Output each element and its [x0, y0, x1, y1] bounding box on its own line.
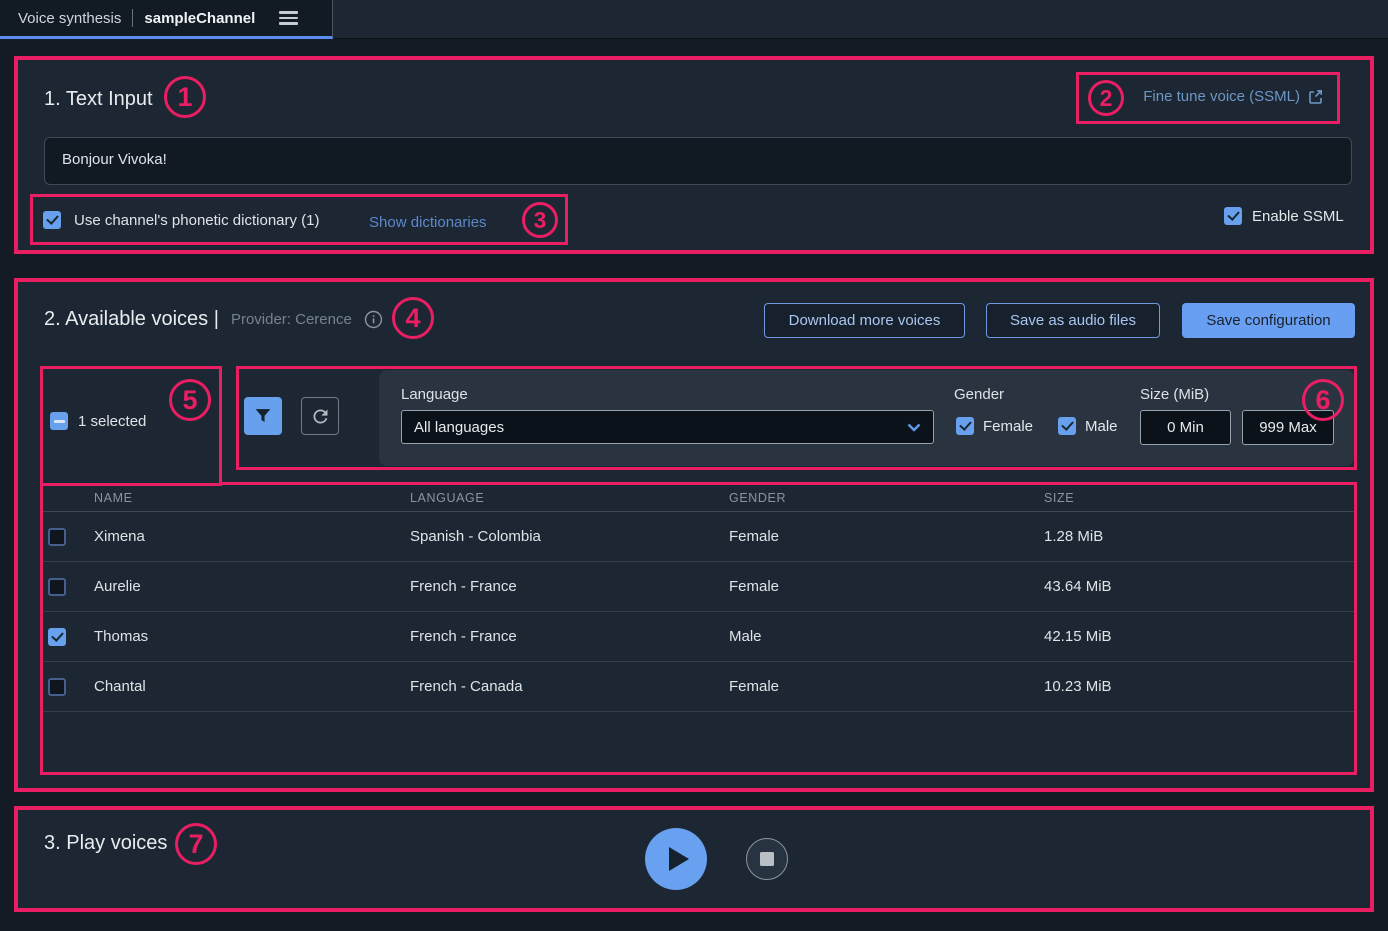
fine-tune-link-label: Fine tune voice (SSML) [1143, 88, 1300, 105]
channel-name: sampleChannel [144, 10, 255, 27]
row-checkbox[interactable] [48, 678, 66, 696]
col-header-size: SIZE [1044, 491, 1354, 505]
voice-size: 42.15 MiB [1044, 628, 1354, 645]
download-more-voices-button[interactable]: Download more voices [764, 303, 965, 338]
voice-size: 43.64 MiB [1044, 578, 1354, 595]
male-label: Male [1085, 418, 1118, 435]
voice-language: French - France [410, 628, 729, 645]
section2-title: 2. Available voices | [44, 308, 219, 331]
female-checkbox[interactable] [956, 417, 974, 435]
male-checkbox[interactable] [1058, 417, 1076, 435]
stop-icon [760, 852, 774, 866]
annotation-box-3: Use channel's phonetic dictionary (1) Sh… [30, 194, 568, 245]
selected-count: 1 selected [78, 413, 146, 430]
phonetic-dictionary-label: Use channel's phonetic dictionary (1) [74, 212, 320, 229]
annotation-4: 4 [392, 297, 434, 339]
text-input-section: 1. Text Input 2 Fine tune voice (SSML) B… [14, 56, 1374, 254]
voice-language: Spanish - Colombia [410, 528, 729, 545]
size-min-input[interactable] [1140, 410, 1231, 445]
size-filter-label: Size (MiB) [1140, 386, 1209, 403]
annotation-1: 1 [164, 76, 206, 118]
annotation-5: 5 [169, 379, 211, 421]
voice-gender: Female [729, 578, 1044, 595]
annotation-box-6: Language All languages Gender Female Mal… [236, 366, 1357, 470]
table-body: XimenaSpanish - ColombiaFemale1.28 MiBAu… [43, 512, 1354, 712]
col-header-gender: GENDER [729, 491, 1044, 505]
voice-language: French - Canada [410, 678, 729, 695]
enable-ssml-label: Enable SSML [1252, 208, 1344, 225]
table-row[interactable]: XimenaSpanish - ColombiaFemale1.28 MiB [43, 512, 1354, 562]
external-link-icon [1308, 89, 1323, 104]
row-checkbox[interactable] [48, 628, 66, 646]
table-row[interactable]: AurelieFrench - FranceFemale43.64 MiB [43, 562, 1354, 612]
available-voices-section: 2. Available voices | Provider: Cerence … [14, 278, 1374, 792]
voice-gender: Female [729, 678, 1044, 695]
annotation-3: 3 [522, 202, 558, 238]
section1-title: 1. Text Input [44, 88, 153, 111]
table-row[interactable]: ChantalFrench - CanadaFemale10.23 MiB [43, 662, 1354, 712]
voice-size: 10.23 MiB [1044, 678, 1354, 695]
col-header-name: NAME [94, 491, 410, 505]
save-configuration-button[interactable]: Save configuration [1182, 303, 1355, 338]
language-filter-label: Language [401, 386, 468, 403]
phonetic-dictionary-checkbox[interactable] [43, 211, 61, 229]
row-checkbox[interactable] [48, 578, 66, 596]
annotation-box-5: 1 selected 5 [40, 366, 222, 486]
voice-name: Thomas [94, 628, 410, 645]
table-header-row: NAME LANGUAGE GENDER SIZE [43, 485, 1354, 512]
annotation-7: 7 [175, 823, 217, 865]
save-as-audio-files-button[interactable]: Save as audio files [986, 303, 1160, 338]
provider-label: Provider: Cerence [231, 311, 352, 328]
tab-divider [132, 9, 133, 27]
text-to-synthesize-input[interactable]: Bonjour Vivoka! [44, 137, 1352, 185]
filter-panel: Language All languages Gender Female Mal… [379, 370, 1354, 466]
fine-tune-voice-link[interactable]: Fine tune voice (SSML) [1143, 88, 1323, 105]
section3-title: 3. Play voices [44, 832, 167, 855]
col-header-language: LANGUAGE [410, 491, 729, 505]
annotation-2: 2 [1088, 80, 1124, 116]
info-icon[interactable] [364, 310, 383, 329]
table-row[interactable]: ThomasFrench - FranceMale42.15 MiB [43, 612, 1354, 662]
top-bar: Voice synthesis sampleChannel [0, 0, 1388, 39]
refresh-icon [310, 406, 331, 427]
language-select[interactable]: All languages [401, 410, 934, 444]
voice-gender: Male [729, 628, 1044, 645]
voice-language: French - France [410, 578, 729, 595]
filter-funnel-icon [252, 405, 274, 427]
tab-voice-synthesis[interactable]: Voice synthesis sampleChannel [0, 0, 333, 39]
gender-filter-label: Gender [954, 386, 1004, 403]
app-title: Voice synthesis [18, 10, 121, 27]
select-all-checkbox[interactable] [50, 412, 68, 430]
female-label: Female [983, 418, 1033, 435]
show-dictionaries-link[interactable]: Show dictionaries [369, 214, 487, 231]
voice-name: Aurelie [94, 578, 410, 595]
voice-name: Chantal [94, 678, 410, 695]
voice-size: 1.28 MiB [1044, 528, 1354, 545]
stop-button[interactable] [746, 838, 788, 880]
filter-button[interactable] [244, 397, 282, 435]
play-button[interactable] [645, 828, 707, 890]
annotation-box-2: 2 Fine tune voice (SSML) [1076, 72, 1340, 124]
refresh-button[interactable] [301, 397, 339, 435]
row-checkbox[interactable] [48, 528, 66, 546]
annotation-6: 6 [1302, 379, 1344, 421]
language-selected-value: All languages [414, 419, 504, 436]
voice-gender: Female [729, 528, 1044, 545]
voices-table: NAME LANGUAGE GENDER SIZE XimenaSpanish … [40, 482, 1357, 775]
voice-name: Ximena [94, 528, 410, 545]
chevron-down-icon [907, 423, 921, 432]
menu-icon[interactable] [279, 11, 298, 24]
enable-ssml-checkbox[interactable] [1224, 207, 1242, 225]
